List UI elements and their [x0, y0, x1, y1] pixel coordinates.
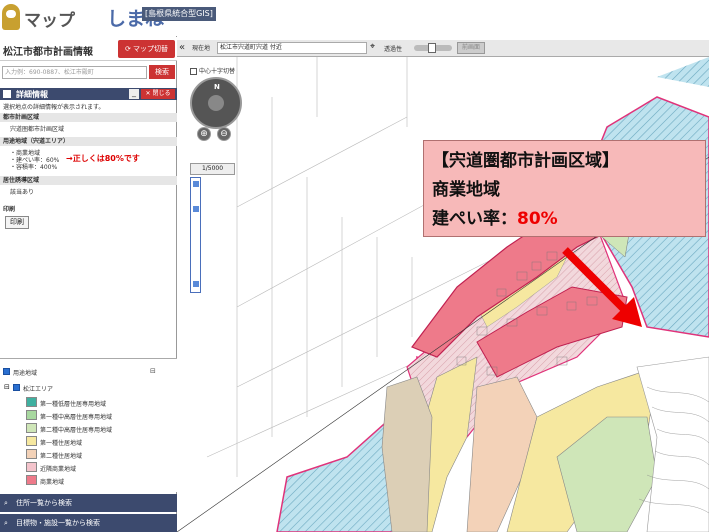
legend-panel: 用途地域 ⊟ ⊟ 松江エリア 第一種低層住居専用地域 第一種中高層住居専用地域 …: [0, 358, 177, 492]
landmark-search-bar[interactable]: ⌕ 目標物・施設一覧から検索: [0, 514, 177, 532]
scale-indicator: 1/5000: [190, 163, 235, 175]
address-search-label: 住所一覧から検索: [16, 499, 72, 507]
callout-coverage: 建ぺい率：80%: [432, 204, 558, 229]
legend-swatch: [26, 397, 37, 407]
info-icon: [3, 90, 11, 98]
callout-arrow: [562, 247, 642, 327]
legend-swatch: [26, 449, 37, 459]
legend-swatch: [26, 410, 37, 420]
transparency-slider[interactable]: [414, 43, 452, 53]
transparency-label: 透過性: [384, 46, 403, 53]
legend-item: 第一種中高層住居専用地域: [40, 414, 113, 421]
legend-swatch: [26, 462, 37, 472]
zone-other: [381, 376, 433, 532]
checkbox[interactable]: [3, 368, 10, 375]
landmark-search-label: 目標物・施設一覧から検索: [16, 519, 100, 527]
app-title: 松江市都市計画情報: [3, 47, 93, 58]
zoom-level-marker[interactable]: [193, 206, 199, 212]
crosshair-label: 中心十字切替: [199, 68, 236, 75]
detail-title: 詳細情報: [16, 90, 48, 99]
collapse-panel-icon[interactable]: «: [179, 41, 189, 55]
search-icon: ⌕: [4, 519, 8, 527]
logo-badge: [島根県統合型GIS]: [142, 7, 216, 21]
north-label: N: [214, 83, 220, 91]
previous-view-button[interactable]: 前画面: [457, 42, 485, 54]
print-button[interactable]: 印刷: [5, 216, 29, 229]
map-switch-button[interactable]: ⟳ マップ切替: [118, 40, 175, 58]
correction-note: →正しくは80%です: [66, 154, 140, 163]
logo-text: マップ: [24, 11, 75, 31]
map-toolbar: « 現在地 松江市宍道町宍道 付近 ⌖ 透過性 前画面: [177, 40, 709, 57]
callout-coverage-value: 80%: [517, 209, 558, 229]
legend-item: 第一種低層住居専用地域: [40, 401, 107, 408]
zoom-plus-icon[interactable]: [193, 181, 199, 187]
pan-center-icon[interactable]: [208, 95, 224, 111]
callout-coverage-label: 建ぺい率：: [432, 209, 517, 229]
collapse-icon[interactable]: ⊟: [150, 367, 156, 375]
callout-title: 【宍道圏都市計画区域】: [432, 151, 619, 171]
app-logo[interactable]: マップ しまね [島根県統合型GIS]: [0, 0, 230, 36]
side-panel: マップ しまね [島根県統合型GIS] 松江市都市計画情報 ⟳ マップ切替 入力…: [0, 0, 230, 532]
map-canvas[interactable]: 中心十字切替 N ⊕ ⊖ 1/5000 【宍道圏都市計画区域】 商業地域 建ぺい…: [177, 57, 709, 532]
legend-item: 商業地域: [40, 479, 65, 486]
legend-swatch: [26, 436, 37, 446]
refresh-icon: ⟳: [124, 45, 134, 53]
detail-header: 詳細情報 _ ✕ 閉じる: [0, 88, 177, 100]
address-search-bar[interactable]: ⌕ 住所一覧から検索: [0, 494, 177, 512]
minimize-button[interactable]: _: [129, 89, 139, 99]
legend-item: 第二種中高層住居専用地域: [40, 427, 113, 434]
annotation-callout: 【宍道圏都市計画区域】 商業地域 建ぺい率：80%: [423, 140, 706, 237]
legend-swatch: [26, 475, 37, 485]
map-switch-label: マップ切替: [133, 45, 169, 53]
search-input[interactable]: 入力例：690-0887、松江市殿町: [2, 66, 147, 79]
slider-handle[interactable]: [428, 43, 436, 53]
detail-value: 該当あり: [10, 189, 35, 196]
zone-low-rise: [657, 57, 709, 87]
callout-zone: 商業地域: [432, 180, 500, 200]
current-location-label: 現在地: [192, 45, 211, 52]
locate-icon[interactable]: ⌖: [370, 42, 375, 52]
detail-intro: 選択地点の詳細情報が表示されます。: [3, 104, 105, 111]
crosshair-checkbox[interactable]: [190, 68, 197, 75]
mascot-icon: [2, 4, 20, 30]
detail-value: ・容積率：400%: [10, 164, 58, 171]
pan-control[interactable]: N: [190, 77, 242, 129]
current-location-field[interactable]: 松江市宍道町宍道 付近: [217, 42, 367, 54]
crosshair-toggle[interactable]: 中心十字切替: [190, 66, 235, 75]
zoom-in-button[interactable]: ⊕: [197, 127, 211, 141]
tree-toggle-icon[interactable]: ⊟: [4, 383, 10, 391]
search-icon: ⌕: [4, 499, 8, 507]
zoom-slider[interactable]: [190, 177, 201, 293]
print-heading: 印刷: [3, 206, 16, 213]
zoom-out-button[interactable]: ⊖: [217, 127, 231, 141]
legend-area: 松江エリア: [23, 386, 54, 393]
search-button[interactable]: 検索: [149, 65, 175, 79]
section-heading: 居住誘導区域: [0, 176, 177, 185]
section-heading: 都市計画区域: [0, 113, 177, 122]
legend-item: 近隣商業地域: [40, 466, 77, 473]
detail-value: 宍道圏都市計画区域: [10, 126, 65, 133]
search-row: 入力例：690-0887、松江市殿町 検索: [0, 64, 177, 80]
legend-item: 第二種住居地域: [40, 453, 83, 460]
close-label: 閉じる: [152, 90, 171, 97]
zoom-minus-icon[interactable]: [193, 281, 199, 287]
legend-swatch: [26, 423, 37, 433]
close-button[interactable]: ✕ 閉じる: [141, 89, 175, 99]
legend-item: 第一種住居地域: [40, 440, 83, 447]
section-heading: 用途地域（宍道エリア）: [0, 137, 177, 146]
checkbox[interactable]: [13, 384, 20, 391]
legend-group: 用途地域: [13, 370, 38, 377]
